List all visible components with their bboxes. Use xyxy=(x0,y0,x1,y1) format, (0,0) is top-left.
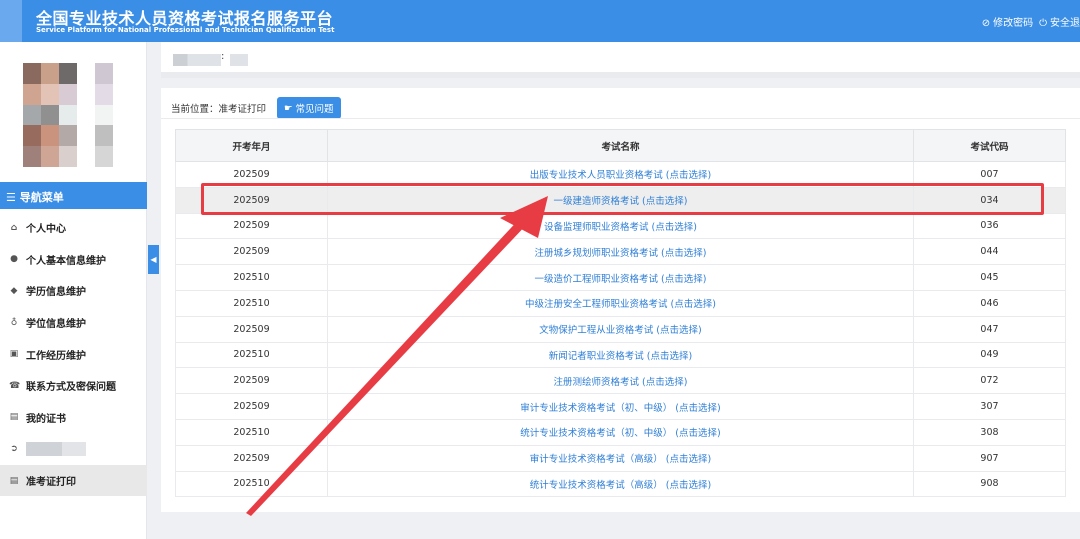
annotation-arrow-head xyxy=(500,196,548,238)
annotation-arrow-shaft xyxy=(246,216,529,516)
annotation-arrow xyxy=(246,196,548,516)
